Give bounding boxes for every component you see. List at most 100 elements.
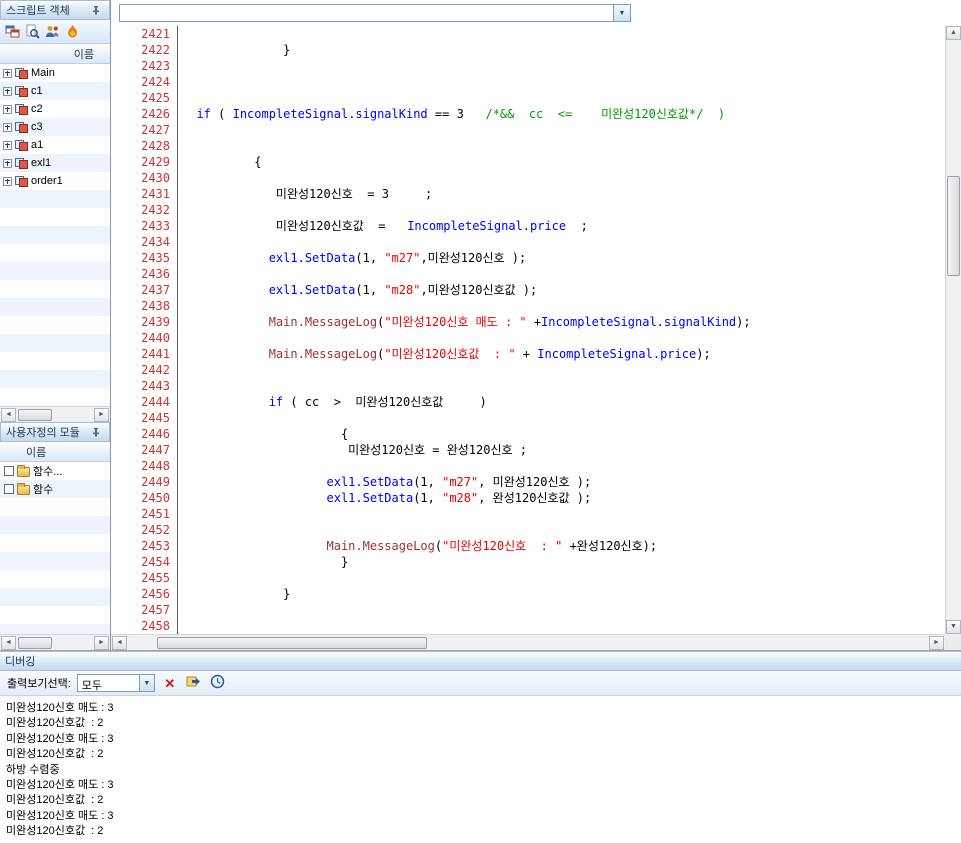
script-selector-combo[interactable]: ▼ [119,4,631,22]
debug-output-line: 하방 수렴중 [6,763,955,778]
modules-hscrollbar[interactable]: ◄ ► [0,634,110,650]
debug-output-line: 미완성120신호 매도 : 3 [6,809,955,824]
module-item[interactable]: 함수 [0,480,110,498]
checkbox[interactable] [4,484,14,494]
tree-item[interactable]: a1 [0,136,110,154]
code-token: ( cc > 미완성120신호값 ) [283,395,487,409]
combo-dropdown-button[interactable]: ▼ [139,675,154,691]
search-icon[interactable] [24,23,41,40]
modules-title: 사용자정의 모듈 [6,424,80,440]
line-number: 2451 [111,506,170,522]
code-line: exl1.SetData(1, "m27", 미완성120신호 ); [182,474,945,490]
line-number: 2441 [111,346,170,362]
script-objects-column-header[interactable]: 이름 [0,44,110,64]
sidebar: 스크립트 객체 이름 Mainc1c2c3a1exl1order1 ◄ [0,0,111,650]
pin-icon[interactable] [87,2,104,19]
tree-item[interactable]: order1 [0,172,110,190]
scroll-up-icon[interactable]: ▲ [946,26,961,40]
modules-column-header[interactable]: 이름 [0,442,110,462]
code-token: IncompleteSignal.price [407,219,566,233]
code-token: IncompleteSignal.price [537,347,696,361]
debug-output-line: 미완성120신호값 : 2 [6,824,955,839]
modules-panel: 사용자정의 모듈 이름 함수...함수 ◄ ► [0,422,110,650]
modules-list: 함수...함수 [0,462,110,634]
code-token: + [516,347,538,361]
debug-output[interactable]: 미완성120신호 매도 : 3미완성120신호값 : 2미완성120신호 매도 … [0,696,961,843]
code-token: +완성120신호); [562,539,657,553]
code-token: (1, [355,283,384,297]
module-item[interactable]: 함수... [0,462,110,480]
scroll-left-icon[interactable]: ◄ [1,636,16,650]
clock-icon [210,674,225,692]
script-objects-hscrollbar[interactable]: ◄ ► [0,406,110,422]
tree-item[interactable]: exl1 [0,154,110,172]
expand-icon[interactable] [3,177,12,186]
code-token: (1, [355,251,384,265]
line-number: 2438 [111,298,170,314]
line-number: 2430 [111,170,170,186]
line-number: 2434 [111,234,170,250]
tree-item[interactable]: c2 [0,100,110,118]
folder-icon [17,485,30,495]
expand-icon[interactable] [3,69,12,78]
app-window: { "script_objects_panel": { "title": "스크… [0,0,961,843]
scroll-right-icon[interactable]: ► [94,636,109,650]
code-line [182,74,945,90]
code-token: 미완성120신호값 = [182,219,407,233]
editor-hscrollbar[interactable]: ◄ ► [111,634,945,650]
scrollbar-thumb[interactable] [18,409,52,421]
debug-output-line: 미완성120신호 매도 : 3 [6,701,955,716]
combo-dropdown-button[interactable]: ▼ [613,5,630,21]
timestamp-button[interactable] [209,674,227,692]
chevron-down-icon: ▼ [619,10,626,17]
line-number: 2423 [111,58,170,74]
code-token: ( [211,107,233,121]
editor-body[interactable]: 2421242224232424242524262427242824292430… [111,26,945,634]
module-item-label: 함수... [33,463,62,479]
checkbox[interactable] [4,466,14,476]
expand-icon[interactable] [3,87,12,96]
expand-icon[interactable] [3,123,12,132]
windows-icon[interactable] [4,23,21,40]
scrollbar-thumb[interactable] [18,637,52,649]
export-button[interactable] [185,674,203,692]
clear-output-button[interactable]: ✕ [161,674,179,692]
scroll-down-icon[interactable]: ▼ [946,620,961,634]
expand-icon[interactable] [3,105,12,114]
export-icon [186,674,201,692]
scrollbar-thumb[interactable] [157,637,427,649]
line-number: 2424 [111,74,170,90]
scroll-right-icon[interactable]: ► [94,408,109,422]
output-filter-value: 모두 [78,675,139,691]
code-line: 미완성120신호값 = IncompleteSignal.price ; [182,218,945,234]
combo-value [120,5,613,21]
vertical-scrollbar[interactable]: ▲ ▼ [945,26,961,634]
code-area[interactable]: } if ( IncompleteSignal.signalKind == 3 … [178,26,945,634]
tree-item[interactable]: c1 [0,82,110,100]
users-icon[interactable] [44,23,61,40]
code-token: ,미완성120신호값 ); [420,283,537,297]
output-filter-combo[interactable]: 모두 ▼ [77,674,155,692]
scrollbar-thumb[interactable] [947,176,960,276]
line-number: 2454 [111,554,170,570]
pin-icon[interactable] [87,424,104,441]
code-token: IncompleteSignal.signalKind [541,315,736,329]
code-token: /*&& cc <= 미완성120신호값*/ [485,107,703,121]
scroll-left-icon[interactable]: ◄ [112,636,127,650]
code-token: exl1.SetData [327,475,414,489]
scroll-right-icon[interactable]: ► [929,636,944,650]
debug-output-line: 미완성120신호값 : 2 [6,793,955,808]
line-number: 2444 [111,394,170,410]
code-line [182,122,945,138]
code-line: 미완성120신호 = 완성120신호 ; [182,442,945,458]
tree-item[interactable]: Main [0,64,110,82]
code-token: Main.MessageLog [269,315,377,329]
tree-item[interactable]: c3 [0,118,110,136]
flame-icon[interactable] [64,23,81,40]
code-token: { [182,155,261,169]
expand-icon[interactable] [3,159,12,168]
code-line [182,170,945,186]
expand-icon[interactable] [3,141,12,150]
code-line [182,378,945,394]
scroll-left-icon[interactable]: ◄ [1,408,16,422]
